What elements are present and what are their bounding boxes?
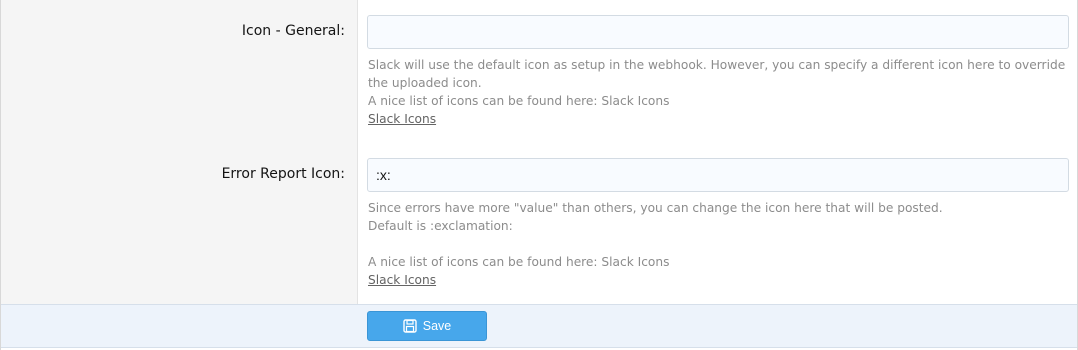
explain-spacer (368, 235, 1068, 253)
error-report-icon-label: Error Report Icon: (221, 166, 345, 182)
explain-text: A nice list of icons can be found here: … (368, 94, 670, 108)
icon-general-input[interactable] (367, 15, 1069, 49)
icon-general-label: Icon - General: (241, 23, 345, 39)
error-report-icon-input[interactable] (367, 158, 1069, 192)
save-button-label: Save (422, 319, 452, 333)
explain-text: A nice list of icons can be found here: … (368, 255, 670, 269)
label-column (1, 0, 358, 304)
save-button[interactable]: Save (367, 311, 487, 341)
options-form: Icon - General: Slack will use the defau… (0, 0, 1078, 350)
explain-text: Default is :exclamation: (368, 219, 513, 233)
explain-text: Slack will use the default icon as setup… (368, 58, 1066, 90)
slack-icons-link[interactable]: Slack Icons (368, 112, 436, 126)
submit-row: Save (1, 304, 1077, 348)
save-icon (403, 319, 417, 333)
explain-text: Since errors have more "value" than othe… (368, 201, 943, 215)
slack-icons-link[interactable]: Slack Icons (368, 273, 436, 287)
icon-general-explain: Slack will use the default icon as setup… (368, 56, 1068, 128)
error-report-icon-explain: Since errors have more "value" than othe… (368, 199, 1068, 289)
